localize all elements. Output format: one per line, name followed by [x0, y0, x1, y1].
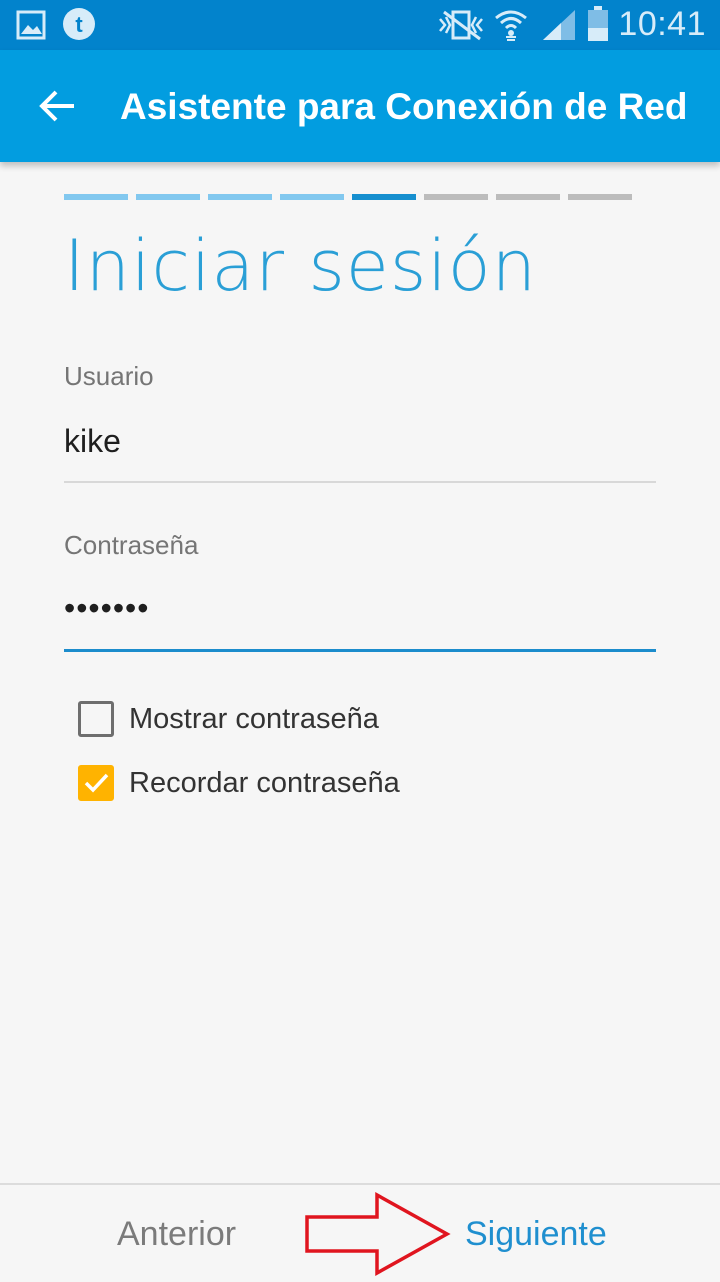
step-indicator: [64, 194, 128, 200]
annotation-arrow-icon: [305, 1192, 451, 1276]
tumblr-icon: t: [63, 8, 95, 40]
show-password-label: Mostrar contraseña: [129, 703, 379, 735]
username-label: Usuario: [64, 361, 154, 391]
remember-password-checkbox[interactable]: [78, 765, 114, 801]
checkmark-icon: [84, 773, 109, 793]
status-bar: t 10:41: [0, 0, 720, 50]
svg-text:t: t: [75, 12, 83, 37]
password-label: Contraseña: [64, 530, 199, 560]
arrow-back-icon[interactable]: [28, 76, 88, 136]
gallery-icon: [16, 10, 46, 40]
clock: 10:41: [618, 5, 706, 43]
battery-icon: [588, 6, 608, 41]
password-underline: [64, 649, 656, 652]
step-indicator: [568, 194, 632, 200]
step-indicator: [136, 194, 200, 200]
signal-icon: [543, 10, 575, 40]
previous-button[interactable]: Anterior: [117, 1215, 236, 1254]
remember-password-label: Recordar contraseña: [129, 767, 400, 799]
step-indicator: [280, 194, 344, 200]
show-password-checkbox[interactable]: [78, 701, 114, 737]
step-indicator-current: [352, 194, 416, 200]
step-indicator: [424, 194, 488, 200]
step-indicator: [208, 194, 272, 200]
next-button[interactable]: Siguiente: [465, 1215, 607, 1254]
step-indicator: [496, 194, 560, 200]
app-bar: Asistente para Conexión de Red: [0, 50, 720, 162]
username-field[interactable]: kike: [64, 423, 656, 473]
vibrate-mute-icon: [439, 10, 483, 41]
password-field[interactable]: •••••••: [64, 590, 656, 640]
page-title: Iniciar sesión: [64, 225, 537, 307]
wifi-icon: [495, 10, 527, 41]
username-underline: [64, 481, 656, 483]
app-bar-title: Asistente para Conexión de Red: [120, 86, 688, 127]
